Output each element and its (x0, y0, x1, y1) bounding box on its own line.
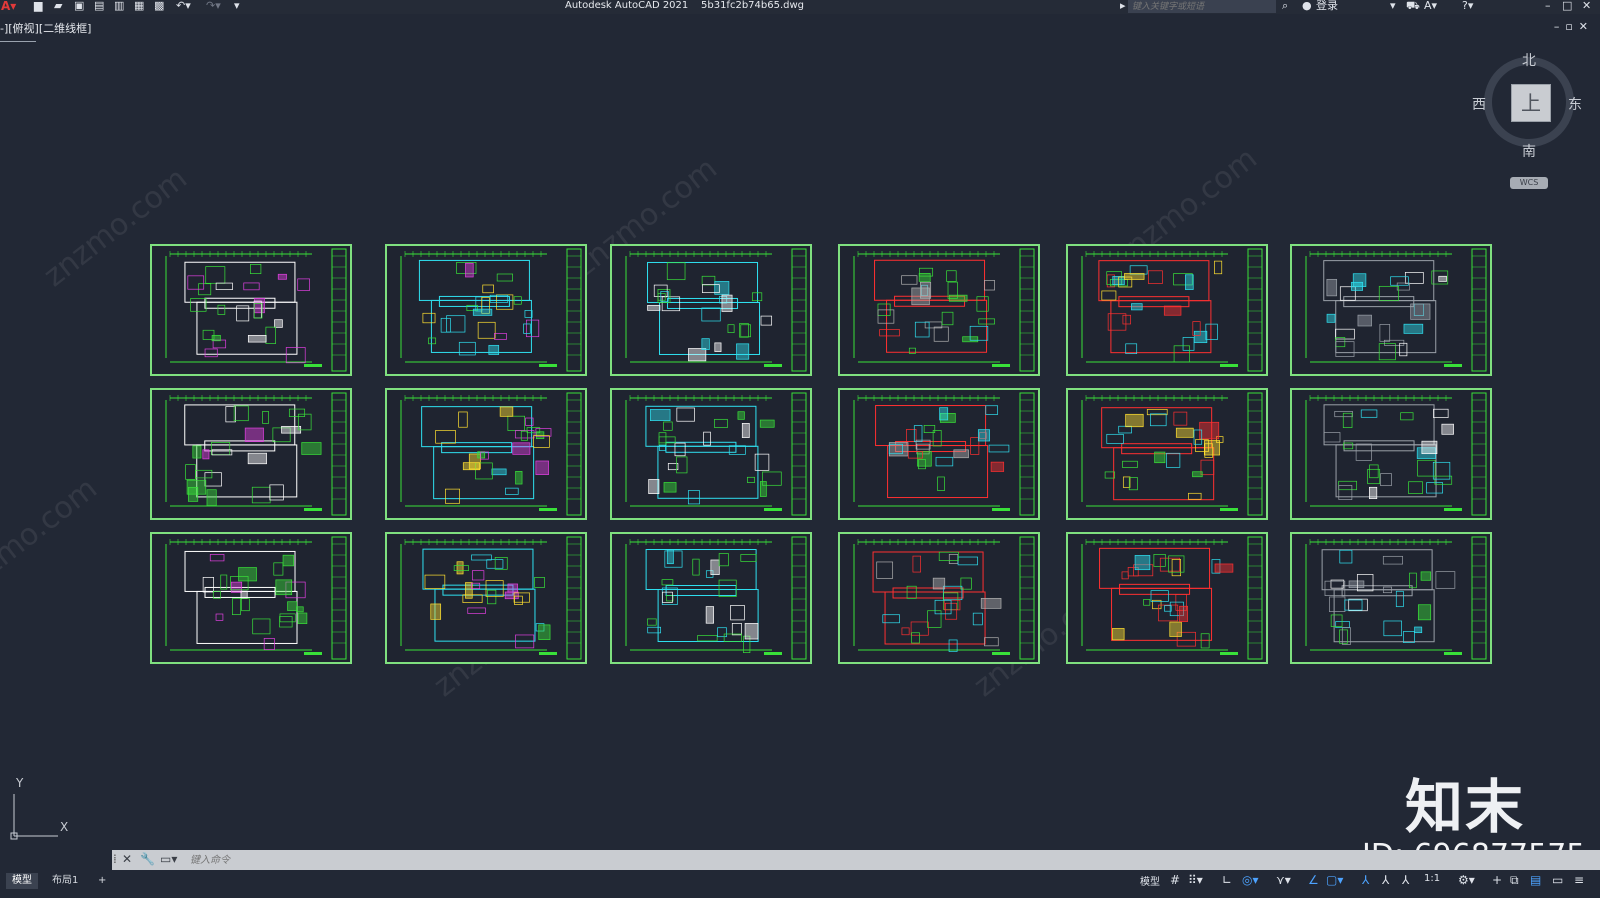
tab-model[interactable]: 模型 (6, 873, 38, 889)
compass-south[interactable]: 南 (1522, 141, 1536, 161)
drawing-sheet[interactable] (610, 244, 812, 376)
command-line: ⁞ ✕ 🔧 ▭▾ (112, 850, 1600, 870)
drawing-sheet[interactable] (1290, 388, 1492, 520)
add-layout-button[interactable]: + (92, 873, 112, 889)
compass-north[interactable]: 北 (1522, 50, 1536, 70)
drawing-sheet[interactable] (838, 532, 1040, 664)
ucs-icon: Y X (8, 776, 78, 850)
drawing-sheet[interactable] (1290, 244, 1492, 376)
quick-properties-icon[interactable]: ▤ (1530, 873, 1541, 887)
annotation-scale-icon[interactable]: ⅄ (1402, 873, 1409, 887)
drawing-sheet[interactable] (385, 244, 587, 376)
watermark-logo: 知末 (1405, 773, 1526, 841)
isometric-icon[interactable]: ⋎▾ (1276, 873, 1291, 887)
ucs-x-label: X (60, 820, 69, 834)
status-bar: 模型 布局1 + 模型 # ⠿▾ ∟ ◎▾ ⋎▾ ∠ ▢▾ ⅄ ⅄ ⅄ 1:1 … (0, 870, 1600, 898)
drawing-sheet[interactable] (1066, 388, 1268, 520)
drawing-sheet[interactable] (385, 532, 587, 664)
drawing-sheet[interactable] (610, 388, 812, 520)
drawing-sheet[interactable] (150, 244, 352, 376)
drawing-sheet[interactable] (385, 388, 587, 520)
units-icon[interactable]: ⧉ (1510, 873, 1519, 888)
wcs-dropdown[interactable]: WCS (1510, 177, 1548, 189)
drawing-sheet[interactable] (610, 532, 812, 664)
auto-scale-icon[interactable]: ⅄ (1382, 873, 1389, 887)
annotation-scale-value[interactable]: 1:1 (1424, 873, 1440, 884)
workspace-gear-icon[interactable]: ⚙▾ (1458, 873, 1475, 887)
customization-menu-icon[interactable]: ≡ (1574, 873, 1584, 887)
compass-east[interactable]: 东 (1568, 94, 1582, 114)
annotation-visibility-icon[interactable]: ⅄ (1362, 873, 1369, 887)
drawing-sheet[interactable] (150, 532, 352, 664)
recent-commands-icon[interactable]: ▭▾ (160, 852, 177, 866)
drawing-sheet[interactable] (838, 388, 1040, 520)
object-snap-tracking-icon[interactable]: ∠ (1308, 873, 1319, 887)
command-input[interactable] (188, 852, 992, 869)
grid-icon[interactable]: # (1170, 873, 1180, 887)
viewcube-top-face[interactable]: 上 (1511, 84, 1551, 122)
snap-icon[interactable]: ⠿▾ (1188, 873, 1203, 887)
ucs-y-label: Y (16, 776, 24, 790)
close-command-icon[interactable]: ✕ (122, 852, 132, 866)
polar-tracking-icon[interactable]: ◎▾ (1242, 873, 1259, 887)
drawing-canvas[interactable] (0, 0, 1600, 898)
viewcube[interactable]: 上 北 南 东 西 (1472, 50, 1586, 172)
drawing-sheet[interactable] (838, 244, 1040, 376)
tab-layout1[interactable]: 布局1 (46, 873, 84, 889)
drawing-sheet[interactable] (1066, 532, 1268, 664)
model-space-button[interactable]: 模型 (1140, 873, 1160, 888)
clean-screen-icon[interactable]: ▭ (1552, 873, 1563, 887)
drawing-sheet[interactable] (1290, 532, 1492, 664)
drawing-sheet[interactable] (150, 388, 352, 520)
ortho-icon[interactable]: ∟ (1222, 873, 1232, 887)
drawing-sheet[interactable] (1066, 244, 1268, 376)
object-snap-icon[interactable]: ▢▾ (1326, 873, 1343, 887)
compass-west[interactable]: 西 (1472, 94, 1486, 114)
annotation-monitor-icon[interactable]: + (1492, 873, 1502, 887)
customize-wrench-icon[interactable]: 🔧 (140, 852, 155, 866)
drag-grip-icon[interactable]: ⁞ (113, 852, 117, 866)
